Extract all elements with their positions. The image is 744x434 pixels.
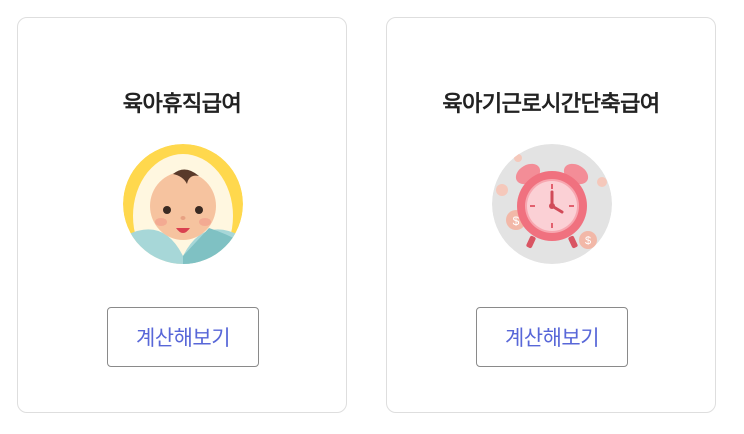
card-title: 육아기근로시간단축급여 [442, 92, 660, 117]
svg-text:$: $ [585, 235, 591, 247]
baby-icon [123, 144, 243, 264]
alarm-clock-icon: $ $ [492, 144, 612, 264]
card-reduced-hours-benefit: 육아기근로시간단축급여 $ $ 계산해보기 [386, 17, 716, 413]
benefit-calculator-cards: 육아휴직급여 계산해보기 육아기근로시간단축급여 $ $ 계산해보기 [0, 0, 744, 434]
calculate-button[interactable]: 계산해보기 [476, 307, 628, 367]
card-title: 육아휴직급여 [122, 92, 242, 117]
card-parental-leave-benefit: 육아휴직급여 계산해보기 [17, 17, 347, 413]
calculate-button[interactable]: 계산해보기 [107, 307, 259, 367]
